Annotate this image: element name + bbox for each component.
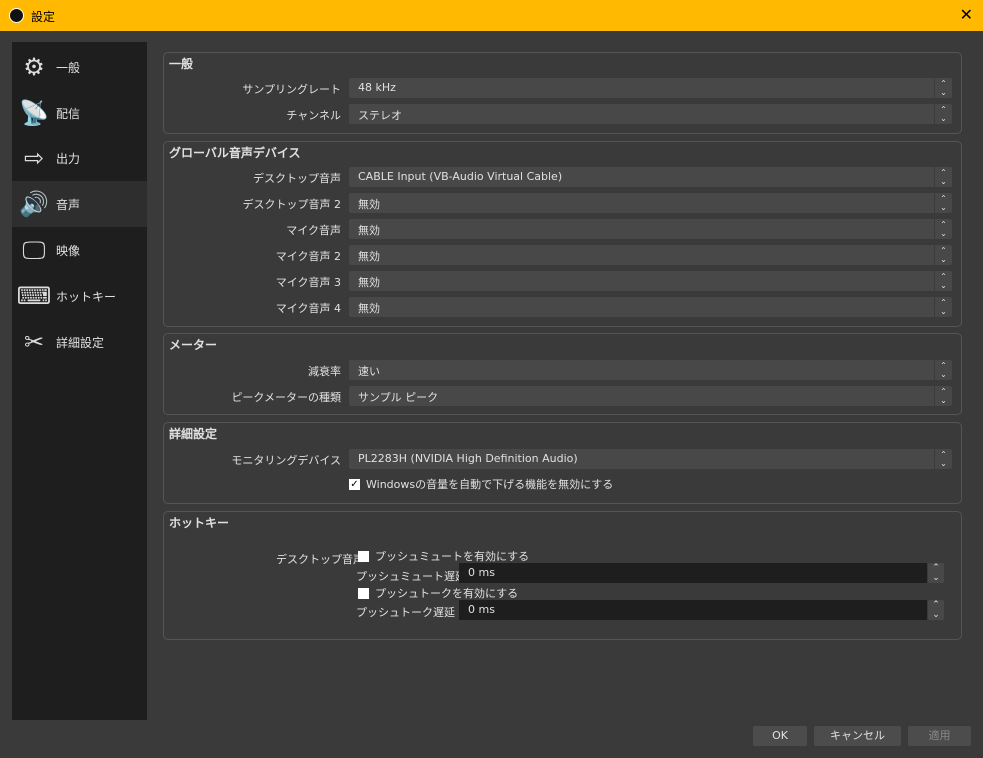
checkbox-label: プッシュトークを有効にする xyxy=(375,587,519,600)
sidebar-item-label: 配信 xyxy=(56,106,81,121)
mic-audio-2-select[interactable]: 無効 ⌃ ⌄ xyxy=(349,245,952,265)
selected-value: CABLE Input (VB-Audio Virtual Cable) xyxy=(358,170,563,183)
hotkeys-group: ホットキー デスクトップ音声 プッシュミュートを有効にする プッシュミュート遅延… xyxy=(163,511,962,640)
ptm-delay-label: プッシュミュート遅延 xyxy=(356,570,466,583)
peak-label: ピークメーターの種類 xyxy=(231,391,341,404)
checkbox-checked-icon: ✓ xyxy=(349,478,360,490)
updown-icon: ⌃ ⌄ xyxy=(934,360,952,380)
mic-audio-select[interactable]: 無効 ⌃ ⌄ xyxy=(349,219,952,239)
updown-icon: ⌃ ⌄ xyxy=(934,193,952,213)
selected-value: 無効 xyxy=(358,198,380,211)
device-label: デスクトップ音声 xyxy=(253,172,341,185)
selected-value: 無効 xyxy=(358,302,380,315)
global-audio-group: グローバル音声デバイス デスクトップ音声 CABLE Input (VB-Audi… xyxy=(163,141,962,327)
group-title: メーター xyxy=(169,338,218,352)
ok-button[interactable]: OK xyxy=(753,726,807,746)
updown-icon: ⌃ ⌄ xyxy=(934,245,952,265)
selected-value: サンプル ピーク xyxy=(358,391,439,404)
sidebar-item-advanced[interactable]: ✂ 詳細設定 xyxy=(12,319,147,365)
selected-value: PL2283H (NVIDIA High Definition Audio) xyxy=(358,452,578,465)
push-to-talk-checkbox[interactable]: プッシュトークを有効にする xyxy=(358,585,518,601)
meters-group: メーター 減衰率 速い ⌃ ⌄ ピークメーターの種類 サンプル ピーク ⌃ ⌄ xyxy=(163,333,962,415)
group-title: ホットキー xyxy=(169,516,230,530)
ptt-delay-spinner[interactable]: ⌃ ⌄ xyxy=(928,600,944,620)
selected-value: 速い xyxy=(358,365,380,378)
sidebar-item-hotkeys[interactable]: ⌨ ホットキー xyxy=(12,273,147,319)
updown-icon: ⌃ ⌄ xyxy=(934,167,952,187)
checkbox-unchecked-icon xyxy=(358,587,369,599)
selected-value: 無効 xyxy=(358,224,380,237)
monitor-icon: 🖵 xyxy=(22,236,46,264)
sidebar-item-label: 一般 xyxy=(56,60,81,75)
advanced-group: 詳細設定 モニタリングデバイス PL2283H (NVIDIA High Defi… xyxy=(163,422,962,504)
cancel-button[interactable]: キャンセル xyxy=(814,726,901,746)
output-monitor-icon: ⇨ xyxy=(23,144,45,172)
monitor-label: モニタリングデバイス xyxy=(231,454,341,467)
sidebar-item-audio[interactable]: 🔊 音声 xyxy=(12,181,147,227)
close-icon[interactable]: ✕ xyxy=(960,5,973,24)
desktop-audio-2-select[interactable]: 無効 ⌃ ⌄ xyxy=(349,193,952,213)
sample-rate-select[interactable]: 48 kHz ⌃ ⌄ xyxy=(349,78,952,98)
updown-icon: ⌃ ⌄ xyxy=(934,104,952,124)
group-title: グローバル音声デバイス xyxy=(169,146,301,160)
selected-value: 無効 xyxy=(358,276,380,289)
selected-value: ステレオ xyxy=(358,109,402,122)
updown-icon: ⌃ ⌄ xyxy=(934,219,952,239)
updown-icon: ⌃ ⌄ xyxy=(934,78,952,98)
sidebar-item-label: 映像 xyxy=(56,243,81,258)
tools-icon: ✂ xyxy=(23,328,45,356)
desktop-audio-select[interactable]: CABLE Input (VB-Audio Virtual Cable) ⌃ ⌄ xyxy=(349,167,952,187)
monitoring-device-select[interactable]: PL2283H (NVIDIA High Definition Audio) ⌃ ⌄ xyxy=(349,449,952,469)
sample-rate-label: サンプリングレート xyxy=(242,83,341,96)
channels-select[interactable]: ステレオ ⌃ ⌄ xyxy=(349,104,952,124)
sidebar-item-video[interactable]: 🖵 映像 xyxy=(12,227,147,273)
keyboard-icon: ⌨ xyxy=(16,282,52,310)
ptt-delay-input[interactable]: 0 ms xyxy=(459,600,927,620)
window-title: 設定 xyxy=(31,10,56,24)
selected-value: 48 kHz xyxy=(358,81,396,94)
sidebar-item-label: ホットキー xyxy=(56,289,117,304)
title-bar: 設定 ✕ xyxy=(0,0,983,31)
sidebar-item-label: 詳細設定 xyxy=(56,335,105,350)
updown-icon: ⌃ ⌄ xyxy=(934,449,952,469)
peak-meter-select[interactable]: サンプル ピーク ⌃ ⌄ xyxy=(349,386,952,406)
group-title: 一般 xyxy=(169,57,194,71)
updown-icon: ⌃ ⌄ xyxy=(934,271,952,291)
apply-button[interactable]: 適用 xyxy=(908,726,971,746)
device-label: マイク音声 3 xyxy=(275,276,341,289)
ptm-delay-input[interactable]: 0 ms xyxy=(459,563,927,583)
disable-ducking-checkbox[interactable]: ✓ Windowsの音量を自動で下げる機能を無効にする xyxy=(349,476,613,492)
channels-label: チャンネル xyxy=(286,109,341,122)
antenna-icon: 📡 xyxy=(19,99,49,127)
device-label: デスクトップ音声 2 xyxy=(242,198,342,211)
checkbox-label: Windowsの音量を自動で下げる機能を無効にする xyxy=(366,478,614,491)
device-label: マイク音声 2 xyxy=(275,250,341,263)
gear-icon: ⚙ xyxy=(23,53,45,81)
decay-select[interactable]: 速い ⌃ ⌄ xyxy=(349,360,952,380)
device-label: マイク音声 4 xyxy=(275,302,341,315)
group-title: 詳細設定 xyxy=(169,427,218,441)
updown-icon: ⌃ ⌄ xyxy=(934,386,952,406)
sidebar-item-label: 音声 xyxy=(56,197,81,212)
hotkey-source-label: デスクトップ音声 xyxy=(276,553,364,566)
mic-audio-4-select[interactable]: 無効 ⌃ ⌄ xyxy=(349,297,952,317)
mic-audio-3-select[interactable]: 無効 ⌃ ⌄ xyxy=(349,271,952,291)
sidebar-item-output[interactable]: ⇨ 出力 xyxy=(12,135,147,181)
ptm-delay-spinner[interactable]: ⌃ ⌄ xyxy=(928,563,944,583)
checkbox-label: プッシュミュートを有効にする xyxy=(375,550,530,563)
sidebar-item-stream[interactable]: 📡 配信 xyxy=(12,90,147,136)
ptt-delay-label: プッシュトーク遅延 xyxy=(356,606,455,619)
device-label: マイク音声 xyxy=(286,224,341,237)
speaker-icon: 🔊 xyxy=(19,190,49,218)
general-group: 一般 サンプリングレート 48 kHz ⌃ ⌄ チャンネル ステレオ ⌃ ⌄ xyxy=(163,52,962,134)
updown-icon: ⌃ ⌄ xyxy=(934,297,952,317)
sidebar: ⚙ 一般 📡 配信 ⇨ 出力 🔊 音声 🖵 映像 ⌨ ホットキー ✂ 詳細設定 xyxy=(12,42,147,720)
sidebar-item-label: 出力 xyxy=(56,151,81,166)
obs-logo-icon xyxy=(9,8,24,23)
checkbox-unchecked-icon xyxy=(358,550,369,562)
decay-label: 減衰率 xyxy=(308,365,341,378)
selected-value: 無効 xyxy=(358,250,380,263)
sidebar-item-general[interactable]: ⚙ 一般 xyxy=(12,44,147,90)
push-to-mute-checkbox[interactable]: プッシュミュートを有効にする xyxy=(358,548,529,564)
